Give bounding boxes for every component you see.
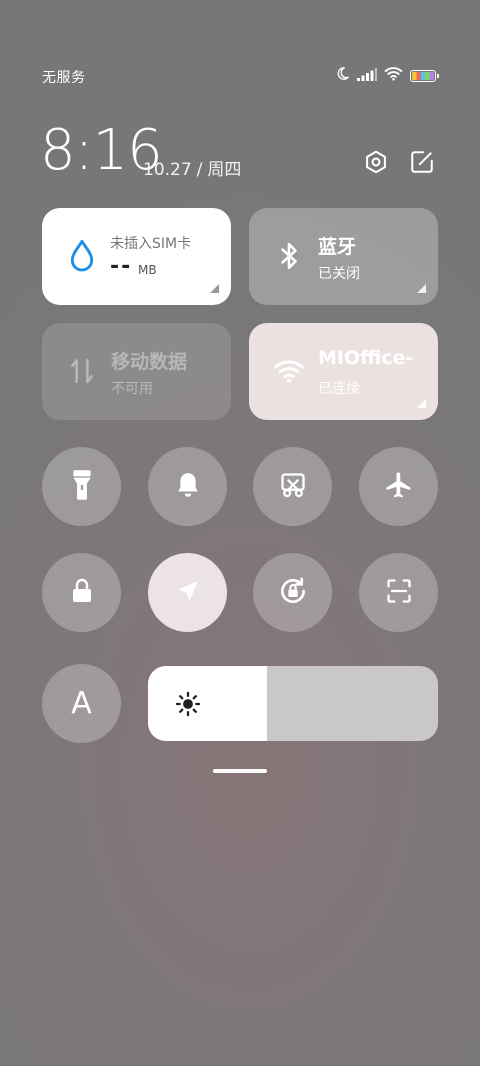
data-usage-value: -- — [110, 254, 133, 279]
wifi-icon — [384, 66, 403, 85]
settings-button[interactable] — [361, 149, 391, 179]
mobile-data-tile[interactable]: 移动数据 不可用 — [42, 323, 231, 420]
location-arrow-icon — [175, 578, 201, 608]
wifi-network-name: MIOffice- — [318, 347, 414, 369]
bluetooth-tile[interactable]: 蓝牙 已关闭 — [249, 208, 438, 305]
wifi-status: 已连接 — [318, 381, 360, 397]
mobile-data-title: 移动数据 — [111, 351, 188, 373]
wifi-icon — [273, 355, 305, 387]
scissors-icon — [279, 471, 307, 503]
battery-icon — [410, 69, 439, 82]
mobile-data-status: 不可用 — [111, 381, 153, 397]
expand-corner-icon — [417, 284, 426, 293]
rotation-lock-toggle[interactable] — [253, 553, 332, 632]
airplane-icon — [384, 470, 414, 504]
scanner-toggle[interactable] — [359, 553, 438, 632]
date-separator: / — [196, 160, 203, 180]
weekday: 周四 — [207, 160, 242, 180]
lock-toggle[interactable] — [42, 553, 121, 632]
flashlight-toggle[interactable] — [42, 447, 121, 526]
moon-icon — [335, 66, 350, 85]
font-icon: A — [71, 686, 92, 721]
wifi-tile[interactable]: MIOffice- 已连接 — [249, 323, 438, 420]
data-usage-unit: MB — [138, 263, 157, 277]
settings-icon — [363, 149, 389, 179]
edit-icon — [409, 149, 435, 179]
expand-corner-icon — [210, 284, 219, 293]
screenshot-toggle[interactable] — [253, 447, 332, 526]
sim-status-label: 未插入SIM卡 — [110, 236, 192, 252]
data-usage-tile[interactable]: 未插入SIM卡 -- MB — [42, 208, 231, 305]
expand-corner-icon — [417, 399, 426, 408]
bell-icon — [175, 471, 201, 503]
lock-icon — [70, 578, 94, 608]
brightness-slider[interactable] — [148, 666, 438, 741]
scan-icon — [385, 577, 413, 609]
signal-icon — [357, 66, 377, 85]
bluetooth-status: 已关闭 — [318, 266, 360, 282]
brightness-fill — [148, 666, 267, 741]
water-drop-icon — [66, 239, 98, 272]
auto-text-toggle[interactable]: A — [42, 664, 121, 743]
location-toggle[interactable] — [148, 553, 227, 632]
drag-handle[interactable] — [213, 769, 267, 773]
bluetooth-title: 蓝牙 — [318, 236, 357, 258]
rotation-lock-icon — [277, 575, 309, 611]
flashlight-icon — [69, 469, 95, 505]
airplane-toggle[interactable] — [359, 447, 438, 526]
ringer-toggle[interactable] — [148, 447, 227, 526]
status-icons — [335, 66, 439, 85]
date-value: 10.27 — [143, 160, 192, 180]
arrows-updown-icon — [66, 355, 98, 387]
bluetooth-icon — [273, 240, 305, 272]
carrier-status: 无服务 — [42, 70, 86, 86]
edit-button[interactable] — [407, 149, 437, 179]
sun-icon — [174, 690, 202, 718]
date-display: 10.27/周四 — [143, 155, 241, 180]
